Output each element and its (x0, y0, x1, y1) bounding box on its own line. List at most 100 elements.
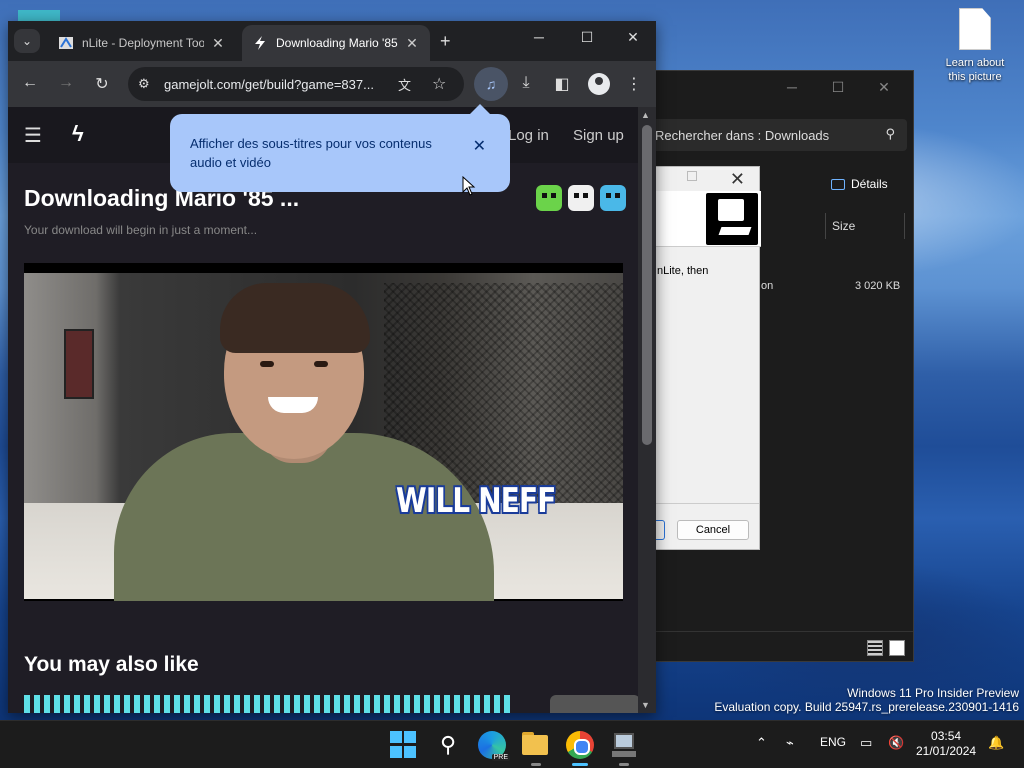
tab-title: nLite - Deployment Tool (82, 36, 204, 50)
page-scrollbar[interactable]: ▲ ▼ (638, 107, 656, 713)
green-frog-sprite-icon (536, 185, 562, 211)
file-row-name[interactable]: on (761, 280, 773, 292)
tab-title: Downloading Mario '85 (276, 36, 398, 50)
taskbar: ⚲ PRE ⌃ ⌁ ENG ▭ 🔇 03:54 21/01/2024 🔔 (0, 720, 1024, 768)
tab-nlite[interactable]: nLite - Deployment Tool ✕ (48, 25, 236, 61)
explorer-statusbar (641, 631, 913, 661)
gamejolt-page: ☰ ϟ Log in Sign up Downloading Mario '85… (8, 107, 638, 713)
close-icon[interactable]: ✕ (610, 29, 656, 46)
file-row-size: 3 020 KB (855, 280, 901, 292)
minimize-icon[interactable]: ─ (769, 79, 815, 95)
nlite-app-icon[interactable] (610, 731, 638, 759)
tab-close-icon[interactable]: ✕ (210, 35, 226, 52)
maximize-icon[interactable]: ☐ (564, 29, 610, 46)
start-windows-icon[interactable] (390, 731, 418, 759)
mouse-cursor-icon (462, 176, 476, 196)
tab-gamejolt[interactable]: Downloading Mario '85 ✕ (242, 25, 430, 61)
tab-strip: ⌄ nLite - Deployment Tool ✕ Downloading … (8, 21, 656, 61)
gamejolt-logo-icon[interactable]: ϟ (72, 121, 84, 147)
dialog-text: nLite, then (657, 265, 709, 277)
bookmark-star-icon[interactable]: ☆ (432, 74, 446, 94)
file-explorer-icon[interactable] (522, 731, 550, 759)
search-icon: ⚲ (885, 126, 895, 141)
clock-time: 03:54 (931, 729, 962, 743)
close-icon[interactable]: ✕ (861, 79, 907, 96)
active-indicator (572, 763, 588, 766)
game-thumbnail[interactable] (24, 695, 514, 713)
details-label: Détails (851, 177, 888, 191)
nlite-favicon-icon (59, 37, 73, 49)
watermark-line2: Evaluation copy. Build 25947.rs_prerelea… (714, 700, 1019, 714)
side-panel-icon[interactable]: ◧ (550, 74, 574, 94)
download-icon[interactable]: ⤓ (514, 74, 538, 92)
white-ghost-sprite-icon (568, 185, 594, 211)
reload-icon[interactable]: ↻ (90, 74, 114, 94)
signup-link[interactable]: Sign up (573, 127, 624, 144)
clock-date: 21/01/2024 (916, 744, 977, 758)
login-link[interactable]: Log in (508, 127, 549, 144)
desktop-icon-learn-about-picture[interactable]: Learn about this picture (940, 8, 1010, 84)
new-tab-plus-icon[interactable]: + (440, 31, 451, 52)
sprite-group (536, 185, 626, 211)
forward-arrow-icon[interactable]: → (54, 74, 78, 92)
language-indicator[interactable]: ENG (820, 735, 846, 749)
large-icons-view-icon[interactable] (889, 640, 905, 656)
gamejolt-favicon-icon (255, 36, 265, 50)
close-icon[interactable]: ✕ (473, 136, 486, 156)
scroll-up-arrow-icon[interactable]: ▲ (641, 110, 650, 120)
chrome-icon[interactable] (566, 731, 594, 759)
default-button-edge[interactable] (655, 520, 665, 540)
cancel-button[interactable]: Cancel (677, 520, 749, 540)
more-menu-icon[interactable]: ⋮ (622, 74, 646, 94)
game-thumbnail[interactable] (550, 695, 638, 713)
desktop-icon-label: Learn about this picture (945, 57, 1005, 83)
tab-close-icon[interactable]: ✕ (404, 35, 420, 52)
hamburger-menu-icon[interactable]: ☰ (24, 123, 42, 148)
details-view-icon[interactable] (867, 640, 883, 656)
chevron-up-icon[interactable]: ⌃ (756, 735, 767, 751)
search-icon[interactable]: ⚲ (434, 731, 462, 759)
bubble-text: Afficher des sous-titres pour vos conten… (190, 136, 432, 170)
page-subtitle: Your download will begin in just a momen… (24, 223, 258, 237)
display-icon[interactable]: ▭ (860, 735, 872, 751)
translate-icon[interactable]: 文 (398, 75, 411, 94)
nlite-dialog[interactable]: ✕ nLite, then Cancel (640, 166, 761, 550)
maximize-icon[interactable] (687, 171, 697, 181)
running-indicator (531, 763, 541, 766)
running-indicator (619, 763, 629, 766)
file-icon (959, 8, 991, 50)
details-pane-icon (831, 178, 845, 190)
maximize-icon[interactable]: ☐ (815, 79, 861, 96)
address-bar[interactable]: ⚙ gamejolt.com/get/build?game=837... 文 ☆ (128, 67, 464, 101)
back-arrow-icon[interactable]: ← (18, 74, 42, 92)
clock[interactable]: 03:54 21/01/2024 (916, 729, 976, 759)
notification-bell-icon[interactable]: 🔔 (988, 735, 1004, 751)
site-info-icon[interactable]: ⚙ (138, 76, 150, 92)
tab-search-chevron-icon[interactable]: ⌄ (14, 29, 40, 53)
volume-muted-icon[interactable]: 🔇 (888, 735, 904, 751)
section-title: You may also like (24, 653, 199, 676)
network-icon[interactable]: ⌁ (786, 735, 794, 751)
minimize-icon[interactable]: ─ (516, 29, 562, 45)
explorer-search-placeholder: Rechercher dans : Downloads (655, 127, 830, 143)
details-button[interactable]: Détails (831, 177, 888, 191)
dialog-footer: Cancel (641, 503, 759, 549)
profile-avatar-icon[interactable] (588, 73, 610, 95)
media-control-icon[interactable]: ♫ (474, 67, 508, 101)
blue-blob-sprite-icon (600, 185, 626, 211)
close-icon[interactable]: ✕ (730, 169, 745, 190)
explorer-search-input[interactable]: Rechercher dans : Downloads ⚲ (647, 119, 907, 151)
scrollbar-thumb[interactable] (642, 125, 652, 445)
watermark-line1: Windows 11 Pro Insider Preview (847, 686, 1019, 700)
edge-browser-icon[interactable]: PRE (478, 731, 510, 761)
windows-watermark: Windows 11 Pro Insider Preview Evaluatio… (714, 686, 1019, 714)
video-caption: WILL NEFF (396, 481, 556, 521)
scroll-down-arrow-icon[interactable]: ▼ (641, 700, 650, 710)
address-url[interactable]: gamejolt.com/get/build?game=837... (164, 77, 392, 92)
video-frame: WILL NEFF (24, 273, 623, 601)
explorer-titlebar: ─ ☐ ✕ (641, 71, 913, 103)
ad-video[interactable]: WILL NEFF (24, 263, 623, 601)
column-header-size[interactable]: Size (825, 213, 905, 239)
browser-toolbar: ← → ↻ ⚙ gamejolt.com/get/build?game=837.… (8, 61, 656, 107)
dialog-banner (641, 191, 761, 247)
